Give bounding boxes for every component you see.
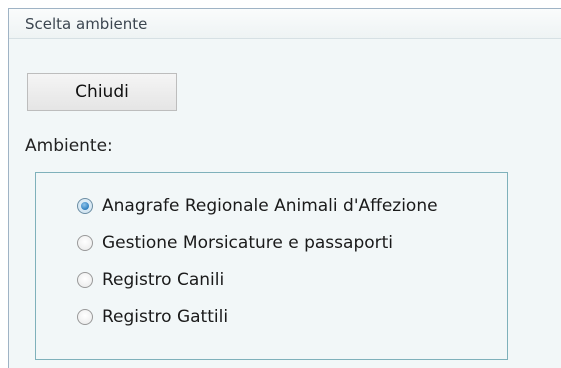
dialog-title: Scelta ambiente <box>9 9 561 39</box>
radio-option-label: Anagrafe Regionale Animali d'Affezione <box>102 196 438 216</box>
radio-option-canili[interactable]: Registro Canili <box>77 268 224 292</box>
radio-button[interactable] <box>77 235 93 251</box>
radio-option-label: Registro Canili <box>102 270 225 290</box>
radio-option-anagrafe[interactable]: Anagrafe Regionale Animali d'Affezione <box>77 194 438 218</box>
radio-button[interactable] <box>77 309 93 325</box>
radio-option-morsicature[interactable]: Gestione Morsicature e passaporti <box>77 231 393 255</box>
radio-button[interactable] <box>77 272 93 288</box>
environment-label: Ambiente: <box>25 136 113 156</box>
environment-radio-group: Anagrafe Regionale Animali d'Affezione G… <box>35 172 508 360</box>
radio-button-selected[interactable] <box>77 198 93 214</box>
radio-option-gattili[interactable]: Registro Gattili <box>77 305 228 329</box>
radio-option-label: Registro Gattili <box>102 307 229 327</box>
radio-option-label: Gestione Morsicature e passaporti <box>102 233 394 253</box>
close-button[interactable]: Chiudi <box>27 73 177 111</box>
